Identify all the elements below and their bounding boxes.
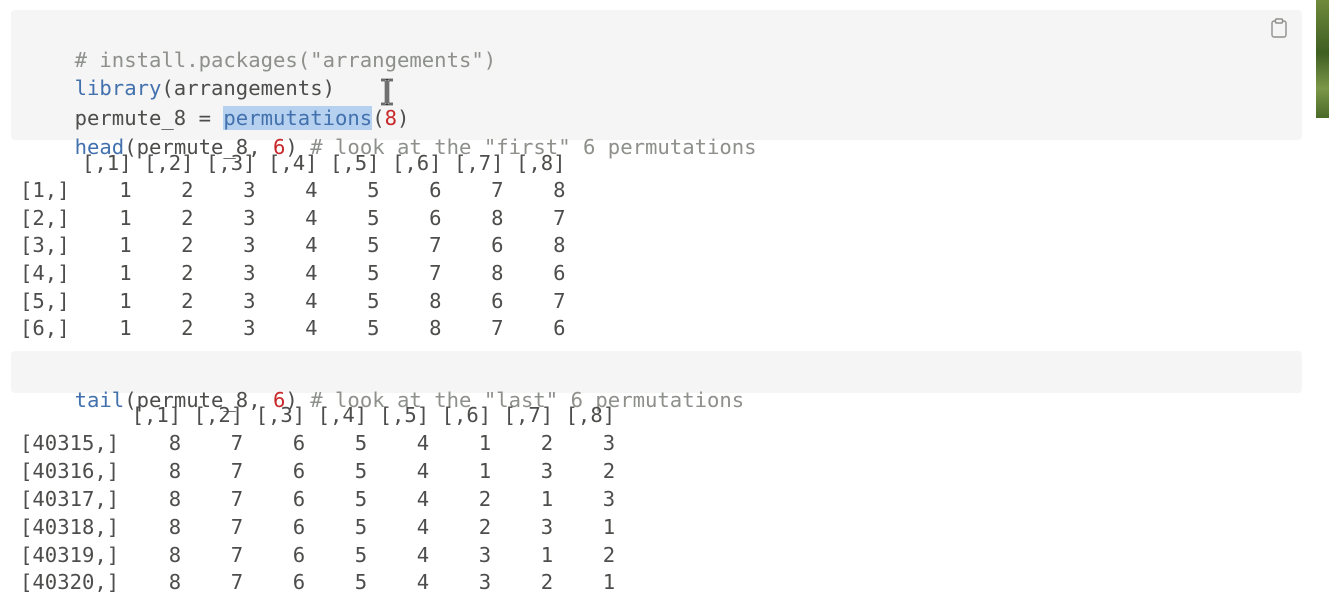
clipboard-icon bbox=[1271, 18, 1287, 38]
matrix-header: [,1] [,2] [,3] [,4] [,5] [,6] [,7] [,8] bbox=[20, 403, 616, 427]
matrix-row: [3,] 1 2 3 4 5 7 6 8 bbox=[20, 233, 566, 257]
matrix-row: [2,] 1 2 3 4 5 6 8 7 bbox=[20, 206, 566, 230]
matrix-row: [1,] 1 2 3 4 5 6 7 8 bbox=[20, 178, 566, 202]
matrix-row: [40315,] 8 7 6 5 4 1 2 3 bbox=[20, 431, 616, 455]
code-chunk-2[interactable]: tail(permute_8, 6) # look at the "last" … bbox=[11, 351, 1302, 412]
matrix-header: [,1] [,2] [,3] [,4] [,5] [,6] [,7] [,8] bbox=[20, 151, 566, 175]
matrix-row: [40319,] 8 7 6 5 4 3 1 2 bbox=[20, 543, 616, 567]
matrix-row: [5,] 1 2 3 4 5 8 6 7 bbox=[20, 289, 566, 313]
copy-button[interactable] bbox=[1270, 18, 1288, 38]
matrix-row: [40317,] 8 7 6 5 4 2 1 3 bbox=[20, 487, 616, 511]
side-image-thumbnail bbox=[1316, 0, 1329, 118]
matrix-row: [40320,] 8 7 6 5 4 3 2 1 bbox=[20, 570, 616, 594]
matrix-row: [40318,] 8 7 6 5 4 2 3 1 bbox=[20, 515, 616, 539]
matrix-row: [40316,] 8 7 6 5 4 1 3 2 bbox=[20, 459, 616, 483]
matrix-row: [4,] 1 2 3 4 5 7 8 6 bbox=[20, 261, 566, 285]
matrix-row: [6,] 1 2 3 4 5 8 7 6 bbox=[20, 316, 566, 340]
code-chunk-1[interactable]: # install.packages("arrangements") libra… bbox=[11, 10, 1302, 159]
